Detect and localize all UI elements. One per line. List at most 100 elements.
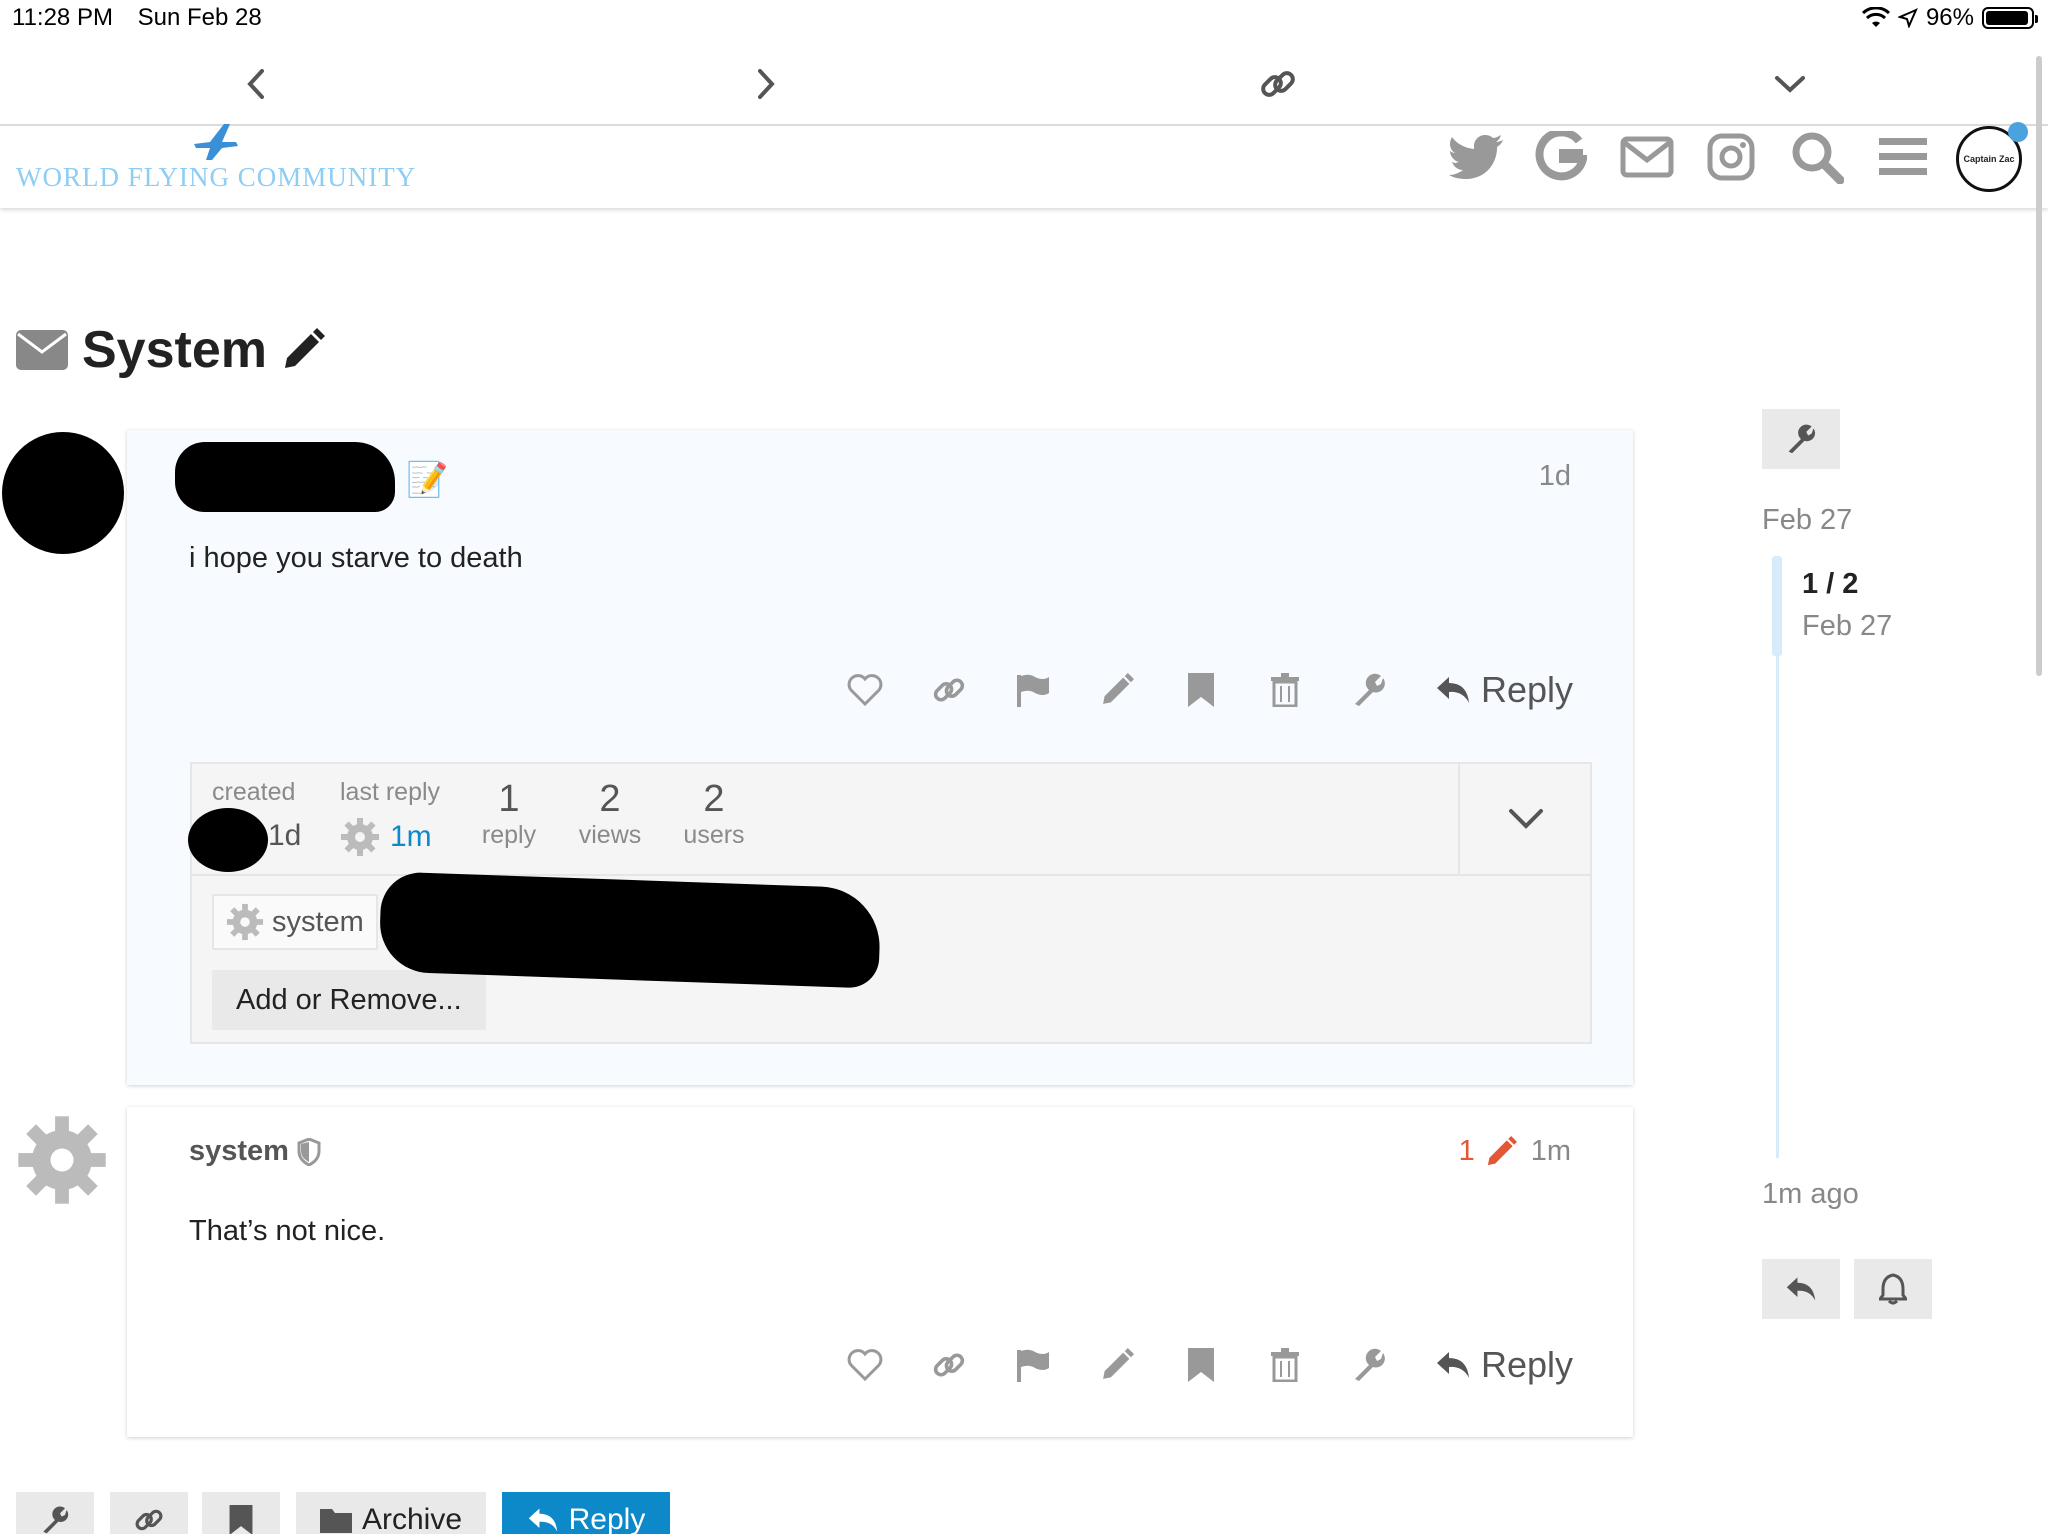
flag-button[interactable] [991,1335,1075,1395]
battery-icon [1982,7,2038,29]
edit-title-icon[interactable] [281,328,325,372]
post-1-avatar-redacted[interactable] [2,432,124,554]
gear-icon [18,1116,106,1204]
reply-label: Reply [1480,669,1573,710]
sidebar-reply-button[interactable] [1762,1259,1840,1319]
post-2-meta: 1 1m [1459,1135,1571,1168]
delete-button[interactable] [1243,1335,1327,1395]
footer-reply-button[interactable]: Reply [502,1492,670,1534]
post-2: system 1 1m That’s not nice. Reply [127,1107,1633,1437]
topic-admin-button[interactable] [1762,409,1840,469]
participant-chip[interactable]: system [212,894,378,950]
archive-button[interactable]: Archive [296,1492,486,1534]
post-2-username[interactable]: system [189,1135,289,1168]
pencil-icon[interactable] [1485,1135,1517,1168]
post-2-author: system [189,1135,321,1168]
delete-button[interactable] [1243,660,1327,720]
link-icon [135,1509,163,1531]
timeline-start-date[interactable]: Feb 27 [1762,504,1852,537]
footer-share-button[interactable] [110,1492,188,1534]
replies-stat: 1 reply [474,778,544,850]
site-header: WORLD FLYING COMMUNITY Captain Zac [0,122,2048,208]
pencil-icon [1103,1348,1134,1379]
post-1-actions: Reply [823,660,1573,720]
plane-logo-icon[interactable] [190,122,240,160]
site-logo[interactable]: WORLD FLYING COMMUNITY [16,162,416,193]
footer-admin-button[interactable] [16,1492,94,1534]
like-button[interactable] [823,660,907,720]
participants-redacted [378,871,882,989]
bookmark-button[interactable] [1159,1335,1243,1395]
edit-button[interactable] [1075,660,1159,720]
flag-button[interactable] [991,660,1075,720]
edit-count[interactable]: 1 [1459,1135,1475,1168]
bookmark-icon [1187,673,1214,707]
post-1-body: i hope you starve to death [189,542,523,574]
notification-badge[interactable] [2008,122,2028,142]
post-2-avatar[interactable] [16,1114,108,1206]
post-2-time[interactable]: 1m [1531,1135,1571,1168]
back-button[interactable] [232,60,280,108]
created-label: created [212,778,296,806]
post-2-reply-button[interactable]: Reply [1435,1344,1573,1386]
expand-toolbar-button[interactable] [1766,60,1814,108]
instagram-icon[interactable] [1700,126,1762,188]
link-icon [933,678,965,702]
topic-map-toggle[interactable] [1458,764,1592,874]
timeline-handle[interactable] [1772,556,1782,656]
forward-button[interactable] [742,60,790,108]
bell-icon [1879,1273,1907,1305]
link-icon [933,1353,965,1377]
footer-reply-label: Reply [568,1503,646,1534]
reply-icon [528,1508,557,1532]
views-stat: 2 views [570,778,650,850]
post-2-body: That’s not nice. [189,1215,386,1247]
menu-icon[interactable] [1872,126,1934,188]
mail-icon[interactable] [1616,126,1678,188]
like-button[interactable] [823,1335,907,1395]
last-reply-stat[interactable]: last reply 1m [340,778,440,857]
last-reply-label: last reply [340,778,441,806]
link-icon [1261,71,1295,97]
bookmark-icon [229,1505,253,1534]
pencil-icon [1103,673,1134,704]
edit-button[interactable] [1075,1335,1159,1395]
folder-icon [319,1509,352,1533]
wrench-icon [1788,424,1816,454]
post-1-time[interactable]: 1d [1539,460,1571,493]
share-link-button[interactable] [907,660,991,720]
created-avatar-redacted [188,808,268,872]
timeline-end-label[interactable]: 1m ago [1762,1178,1859,1211]
admin-wrench-button[interactable] [1327,1335,1411,1395]
timeline-position-date: Feb 27 [1802,610,1893,642]
add-remove-button[interactable]: Add or Remove... [212,970,486,1030]
share-link-button[interactable] [907,1335,991,1395]
post-1-username-redacted[interactable] [175,442,395,512]
chevron-down-icon [1509,809,1543,829]
browser-toolbar [0,44,2048,126]
reply-label: Reply [1480,1344,1573,1385]
search-icon[interactable] [1786,126,1848,188]
bookmark-button[interactable] [1159,660,1243,720]
gear-icon [340,817,380,857]
status-time: 11:28 PM [12,4,113,31]
topic-title-row: System [16,320,325,380]
footer-bookmark-button[interactable] [202,1492,280,1534]
trash-icon [1270,1348,1299,1382]
notifications-button[interactable] [1854,1259,1932,1319]
status-bar-left: 11:28 PM Sun Feb 28 [12,4,280,32]
views-label: views [578,821,642,849]
replies-num: 1 [498,778,520,820]
copy-link-button[interactable] [1254,60,1302,108]
page-scrollbar[interactable] [2036,56,2042,676]
twitter-icon[interactable] [1446,126,1508,188]
admin-wrench-button[interactable] [1327,660,1411,720]
shield-icon [297,1137,321,1166]
chevron-right-icon [758,69,775,99]
participant-name: system [272,905,364,938]
google-icon[interactable] [1530,126,1592,188]
wrench-icon [1354,673,1385,706]
post-2-actions: Reply [823,1335,1573,1395]
post-1-reply-button[interactable]: Reply [1435,669,1573,711]
views-num: 2 [599,778,621,820]
